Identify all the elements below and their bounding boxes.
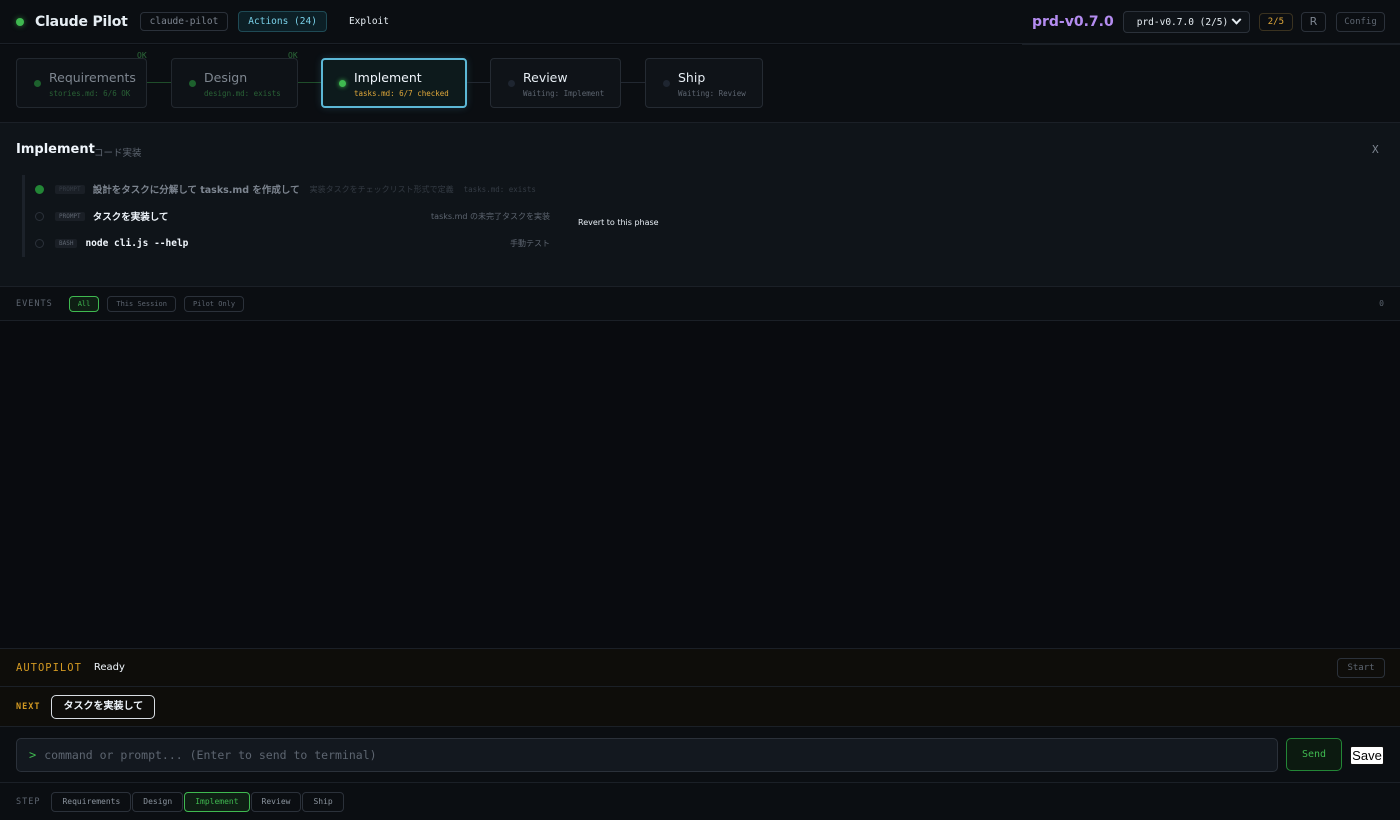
events-bar: EVENTS All This Session Pilot Only 0: [0, 287, 1400, 321]
autopilot-status: Ready: [93, 662, 125, 673]
task-list-rail: [22, 175, 25, 257]
phase-status-text: tasks.md: 6/7 checked: [354, 89, 449, 98]
phase-status-icon: [34, 80, 41, 87]
step-implement[interactable]: Implement: [184, 791, 250, 812]
task-done-icon: [35, 184, 44, 194]
command-input[interactable]: > command or prompt... (Enter to send to…: [16, 738, 1278, 772]
config-button[interactable]: Config: [1336, 12, 1385, 32]
task-description: 実装タスクをチェックリスト形式で定義: [309, 184, 454, 194]
phase-name: Implement: [354, 70, 422, 85]
top-header: Claude Pilot claude-pilot Actions (24) E…: [0, 0, 1400, 44]
autopilot-start-button[interactable]: Start: [1337, 658, 1385, 678]
phase-connector: [147, 82, 171, 83]
task-item[interactable]: BASH node cli.js --help 手動テスト: [35, 236, 550, 250]
exploit-link[interactable]: Exploit: [349, 16, 389, 27]
step-design[interactable]: Design: [132, 791, 184, 812]
task-item[interactable]: PROMPT 設計をタスクに分解して tasks.md を作成して 実装タスクを…: [35, 182, 550, 196]
task-description: tasks.md の未完了タスクを実装: [431, 211, 550, 221]
events-label: EVENTS: [16, 298, 53, 309]
task-pending-icon: [35, 211, 44, 221]
phase-status-icon: [339, 80, 346, 87]
phase-connector: [467, 82, 490, 83]
phase-design[interactable]: Design design.md: exists: [171, 58, 298, 108]
prd-select-value: prd-v0.7.0 (2/5): [1136, 16, 1229, 28]
prompt-icon: >: [29, 748, 37, 762]
task-type-tag: BASH: [55, 238, 78, 248]
command-placeholder: command or prompt... (Enter to send to t…: [44, 748, 377, 762]
autopilot-bar: AUTOPILOT Ready Start: [0, 648, 1400, 687]
phase-name: Ship: [678, 70, 706, 85]
task-type-tag: PROMPT: [55, 211, 85, 221]
prd-name: prd-v0.7.0: [1031, 14, 1114, 30]
progress-badge: 2/5: [1258, 13, 1293, 31]
connection-status-icon: [16, 17, 24, 26]
phase-ok-badge: OK: [137, 51, 147, 60]
repo-chip[interactable]: claude-pilot: [139, 12, 229, 31]
phase-requirements[interactable]: Requirements stories.md: 6/6 OK: [16, 58, 147, 108]
step-bar: STEP Requirements Design Implement Revie…: [0, 783, 1400, 820]
panel-subtitle: コード実装: [94, 148, 142, 159]
send-button[interactable]: Send: [1286, 738, 1342, 771]
phase-connector: [298, 82, 321, 83]
refresh-button[interactable]: R: [1301, 12, 1326, 32]
next-action-button[interactable]: タスクを実装して: [51, 694, 156, 719]
task-text: タスクを実装して: [92, 212, 169, 223]
close-panel-button[interactable]: X: [1372, 143, 1379, 156]
task-item[interactable]: PROMPT タスクを実装して tasks.md の未完了タスクを実装: [35, 209, 550, 223]
task-type-tag: PROMPT: [55, 184, 85, 194]
save-button[interactable]: Save: [1350, 746, 1384, 765]
phase-detail-panel: Implement コード実装 X PROMPT 設計をタスクに分解して tas…: [0, 123, 1400, 287]
phase-name: Design: [204, 70, 248, 85]
phase-ship[interactable]: Ship Waiting: Review: [645, 58, 763, 108]
actions-button[interactable]: Actions (24): [238, 11, 327, 32]
phase-status-text: design.md: exists: [204, 89, 281, 98]
panel-title: Implement: [16, 142, 95, 157]
prd-select[interactable]: prd-v0.7.0 (2/5): [1122, 11, 1250, 33]
task-text: node cli.js --help: [85, 237, 189, 249]
step-label: STEP: [16, 796, 41, 807]
phase-name: Requirements: [49, 70, 136, 85]
filter-pilot-only[interactable]: Pilot Only: [183, 295, 245, 312]
phase-status-icon: [663, 80, 670, 87]
filter-all[interactable]: All: [68, 295, 100, 312]
task-description: 手動テスト: [510, 238, 550, 248]
phase-status-icon: [189, 80, 196, 87]
phase-review[interactable]: Review Waiting: Implement: [490, 58, 621, 108]
task-meta: tasks.md: exists: [463, 184, 536, 194]
phase-status-icon: [508, 80, 515, 87]
command-area: > command or prompt... (Enter to send to…: [0, 727, 1400, 783]
phase-status-text: Waiting: Implement: [523, 89, 605, 98]
step-review[interactable]: Review: [250, 791, 302, 812]
task-text: 設計をタスクに分解して tasks.md を作成して: [92, 185, 300, 196]
phase-implement[interactable]: Implement tasks.md: 6/7 checked: [321, 58, 467, 108]
next-bar: NEXT タスクを実装して: [0, 687, 1400, 727]
phase-connector: [621, 82, 645, 83]
phase-name: Review: [523, 70, 568, 85]
app-title: Claude Pilot: [35, 13, 128, 30]
phase-ok-badge: OK: [288, 51, 298, 60]
chevron-down-icon: [1231, 14, 1242, 25]
task-pending-icon: [35, 238, 44, 248]
phase-status-text: stories.md: 6/6 OK: [49, 89, 131, 98]
step-requirements[interactable]: Requirements: [51, 791, 132, 812]
phase-status-text: Waiting: Review: [678, 89, 746, 98]
phase-pipeline: Requirements stories.md: 6/6 OK OK Desig…: [0, 45, 1400, 123]
header-right: prd-v0.7.0 prd-v0.7.0 (2/5) 2/5 R Config: [1032, 0, 1400, 44]
autopilot-label: AUTOPILOT: [16, 661, 82, 674]
step-ship[interactable]: Ship: [302, 791, 344, 812]
events-count: 0: [1379, 299, 1384, 308]
events-log: [0, 321, 1400, 648]
revert-phase-button[interactable]: Revert to this phase: [578, 218, 659, 227]
next-label: NEXT: [16, 701, 41, 712]
filter-this-session[interactable]: This Session: [107, 295, 176, 312]
